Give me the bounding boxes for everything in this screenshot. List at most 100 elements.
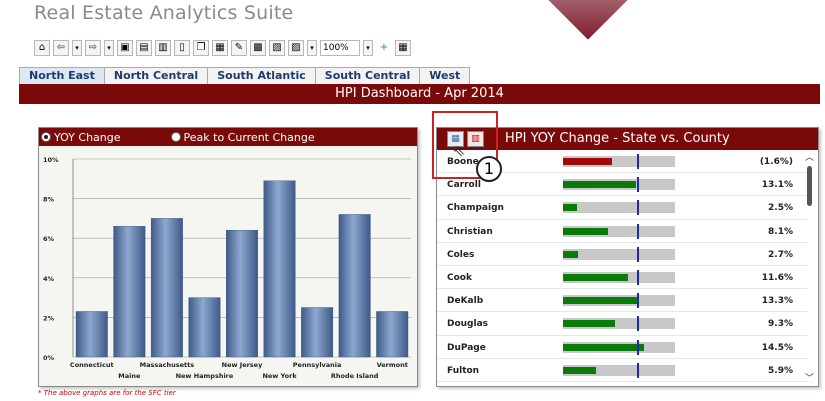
page-icon[interactable]: ▯ <box>174 40 190 56</box>
view-dropdown-icon[interactable]: ▾ <box>307 40 317 56</box>
comparison-bar-track <box>563 200 675 216</box>
radio-yoy-change[interactable]: YOY Change <box>41 131 121 144</box>
bar <box>301 307 334 358</box>
edit-icon[interactable]: ✎ <box>231 40 247 56</box>
comparison-bar-track <box>563 316 675 332</box>
home-icon[interactable]: ⌂ <box>34 40 50 56</box>
county-value-bar <box>563 320 616 328</box>
tab-south-atlantic[interactable]: South Atlantic <box>207 67 316 84</box>
bar <box>188 297 221 358</box>
radio-yoy-label: YOY Change <box>54 130 121 144</box>
county-value-bar <box>563 158 612 165</box>
county-name: Cook <box>447 272 472 283</box>
county-name: Coles <box>447 249 475 260</box>
y-tick-label: 4% <box>43 275 55 283</box>
county-panel-title: HPI YOY Change - State vs. County <box>505 131 730 146</box>
county-value: 9.3% <box>768 319 793 330</box>
y-tick-label: 2% <box>43 314 55 322</box>
county-row[interactable]: Coles 2.7% <box>437 243 807 266</box>
plus-icon[interactable]: + <box>376 40 392 56</box>
mouse-cursor-icon: ⇖ <box>452 141 466 160</box>
radio-unselected-icon <box>170 132 181 142</box>
state-average-marker <box>636 177 639 193</box>
grid-icon[interactable]: ▦ <box>395 40 411 56</box>
x-tick-label: Massachusetts <box>140 361 195 369</box>
tab-north-central[interactable]: North Central <box>103 67 209 84</box>
y-tick-label: 10% <box>43 156 59 164</box>
comparison-bar-track <box>563 269 675 285</box>
county-row[interactable]: DeKalb 13.3% <box>437 289 807 313</box>
county-value: 13.3% <box>761 296 793 307</box>
copy-icon[interactable]: ❐ <box>193 40 209 56</box>
state-yoy-bar-chart: 0% 2% 4% 6% 8% 10% Connecticut Maine Massachuset… <box>43 156 411 380</box>
county-name: DeKalb <box>447 296 484 307</box>
county-value: 2.7% <box>768 249 793 260</box>
y-tick-label: 8% <box>43 196 55 204</box>
y-tick-label: 0% <box>43 354 55 362</box>
bar <box>150 218 183 358</box>
zoom-dropdown-icon[interactable]: ▾ <box>363 40 373 56</box>
back-dropdown-icon[interactable]: ▾ <box>72 40 82 56</box>
state-average-marker <box>636 339 639 355</box>
export-icon[interactable]: ▧ <box>269 40 285 56</box>
county-value-bar <box>563 297 638 305</box>
annotation-callout-number: 1 <box>476 156 502 182</box>
comparison-bar-track <box>563 362 675 378</box>
county-row[interactable]: Cook 11.6% <box>437 266 807 290</box>
county-list-scrollbar[interactable]: ︿ ﹀ <box>805 150 814 384</box>
bar <box>75 311 108 358</box>
x-tick-label: New York <box>262 372 297 380</box>
tab-north-east[interactable]: North East <box>19 67 105 84</box>
print-icon[interactable]: ▥ <box>155 40 171 56</box>
scroll-up-icon[interactable]: ︿ <box>805 150 814 163</box>
forward-icon[interactable]: ⇨ <box>85 40 101 56</box>
folder-open-icon[interactable]: ▣ <box>117 40 133 56</box>
radio-peak-label: Peak to Current Change <box>183 130 315 144</box>
clipboard-icon[interactable]: ▦ <box>212 40 228 56</box>
state-average-marker <box>636 293 639 309</box>
state-average-marker <box>636 362 639 378</box>
radio-peak-change[interactable]: Peak to Current Change <box>170 130 315 144</box>
save-icon[interactable]: ▤ <box>136 40 152 56</box>
x-tick-label: Vermont <box>377 361 408 369</box>
app-title: Real Estate Analytics Suite <box>34 2 294 24</box>
county-value: 2.5% <box>768 203 793 214</box>
scroll-down-icon[interactable]: ﹀ <box>805 371 814 384</box>
x-tick-label: New Hampshire <box>176 372 234 380</box>
county-row[interactable]: Champaign 2.5% <box>437 196 807 220</box>
county-row[interactable]: Douglas 9.3% <box>437 312 807 336</box>
dashboard-title-bar: HPI Dashboard - Apr 2014 <box>19 84 820 104</box>
state-chart-panel: YOY Change Peak to Current Change 0% 2% 4%… <box>38 127 418 387</box>
view-icon[interactable]: ▨ <box>288 40 304 56</box>
forward-dropdown-icon[interactable]: ▾ <box>104 40 114 56</box>
x-tick-label: New Jersey <box>222 361 263 369</box>
state-average-marker <box>636 223 639 239</box>
layout-icon[interactable]: ▩ <box>250 40 266 56</box>
county-row[interactable]: Fulton 5.9% <box>437 359 807 382</box>
county-row[interactable]: Christian 8.1% <box>437 220 807 243</box>
county-name: Carroll <box>447 180 481 191</box>
county-value-bar <box>563 250 579 258</box>
county-value: 5.9% <box>768 365 793 376</box>
scroll-thumb[interactable] <box>807 166 812 206</box>
county-name: Christian <box>447 226 493 237</box>
county-name: Champaign <box>447 203 504 214</box>
state-average-marker <box>636 316 639 332</box>
back-icon[interactable]: ⇦ <box>53 40 69 56</box>
chart-header: YOY Change Peak to Current Change <box>39 128 417 146</box>
comparison-bar-track <box>563 339 675 355</box>
county-value-bar <box>563 204 577 212</box>
county-value-bar <box>563 366 597 374</box>
county-value-bar <box>563 273 628 281</box>
county-row[interactable]: DuPage 14.5% <box>437 336 807 359</box>
zoom-select[interactable]: 100% <box>320 40 360 56</box>
bar <box>226 230 258 358</box>
state-average-marker <box>636 246 639 262</box>
bar <box>113 226 146 358</box>
county-value: 13.1% <box>761 180 793 191</box>
radio-selected-icon <box>41 132 51 142</box>
region-tabs: North East North Central South Atlantic Sou… <box>19 67 471 84</box>
tab-west[interactable]: West <box>419 67 471 84</box>
tab-south-central[interactable]: South Central <box>314 67 421 84</box>
county-name: DuPage <box>447 342 486 353</box>
